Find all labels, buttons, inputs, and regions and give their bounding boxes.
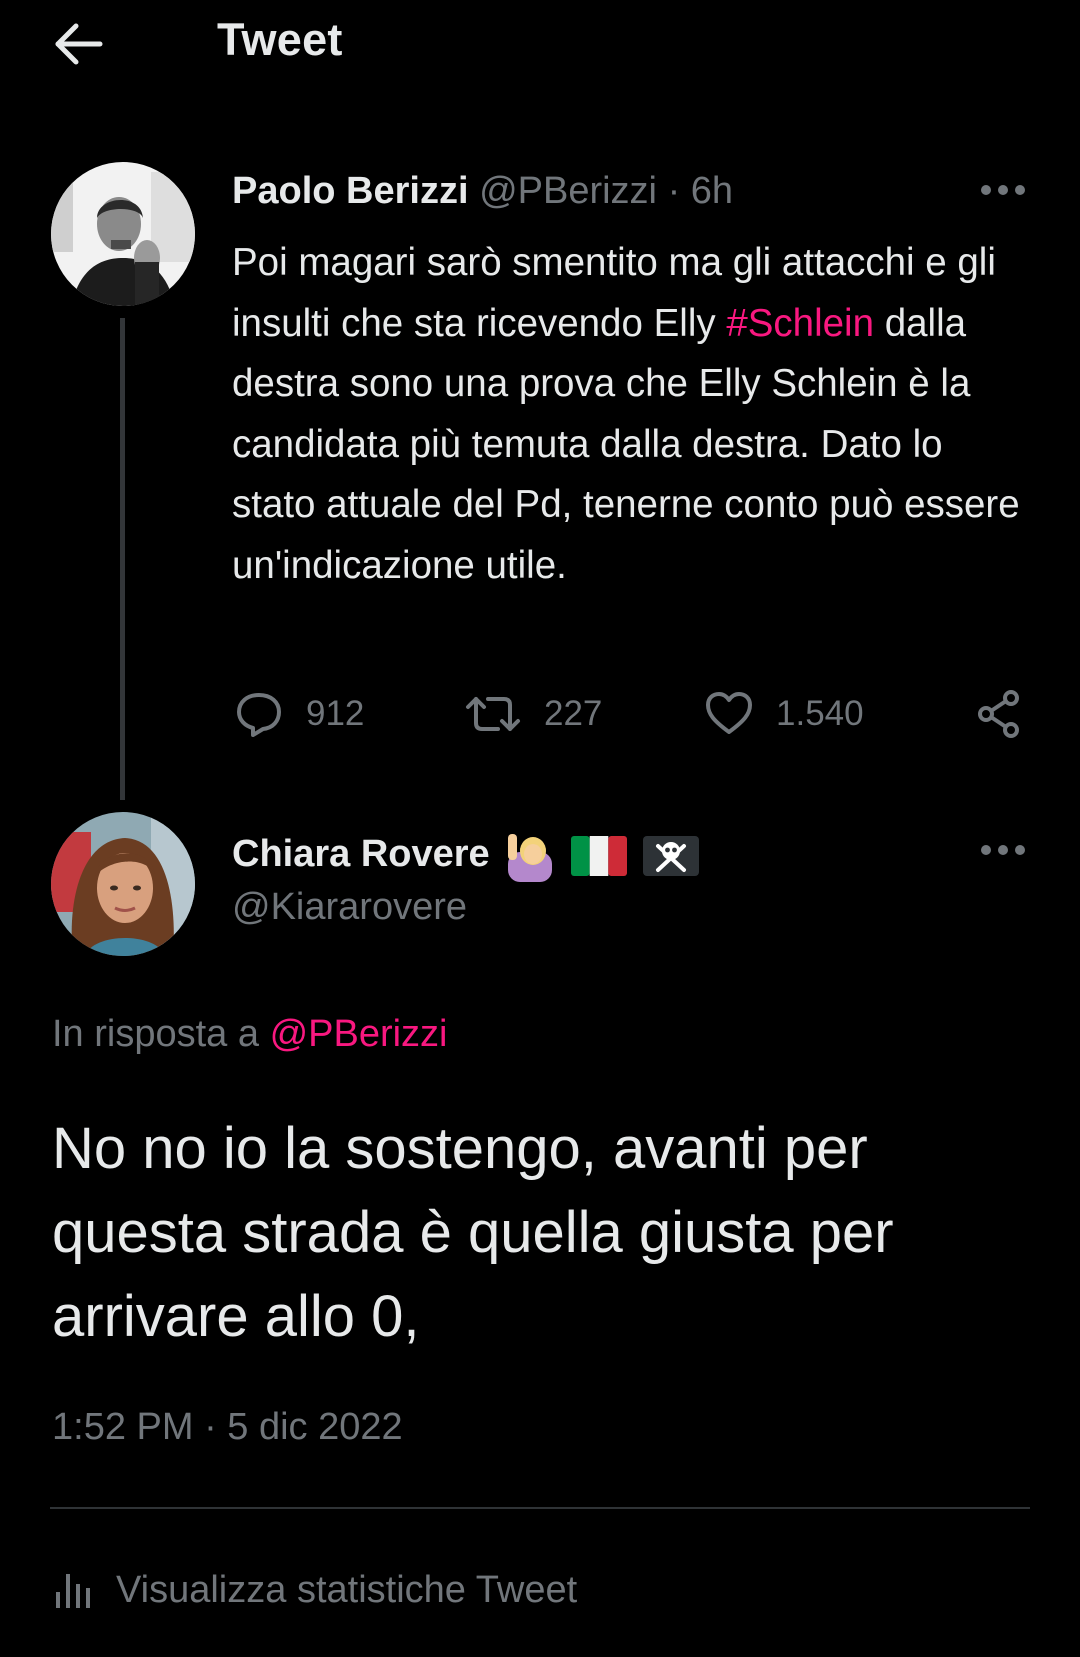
reply-author-handle[interactable]: @Kiararovere [232, 886, 467, 929]
author-line: Paolo Berizzi @PBerizzi · 6h [232, 170, 733, 213]
reply-author-name[interactable]: Chiara Rovere [232, 833, 490, 875]
woman-raising-hand-emoji [508, 834, 553, 882]
retweet-count: 227 [544, 694, 603, 733]
author-handle[interactable]: @PBerizzi [479, 170, 657, 212]
thread-connector-line [120, 318, 125, 800]
hashtag-link[interactable]: #Schlein [726, 302, 874, 345]
replying-to-mention[interactable]: @PBerizzi [270, 1013, 448, 1055]
author-name[interactable]: Paolo Berizzi [232, 170, 469, 212]
avatar-chiara-rovere[interactable] [51, 812, 195, 956]
reply-more-button[interactable] [978, 835, 1028, 865]
replying-to-line: In risposta a @PBerizzi [52, 1013, 448, 1056]
page-title: Tweet [217, 14, 343, 65]
back-button[interactable] [52, 20, 108, 68]
avatar-paolo-berizzi[interactable] [51, 162, 195, 306]
separator-dot: · [657, 170, 691, 212]
reply-tweet-body: No no io la sostengo, avanti per questa … [52, 1116, 894, 1349]
share-icon [978, 690, 1019, 738]
reply-icon [237, 693, 281, 737]
reply-author-line: Chiara Rovere [232, 830, 700, 882]
tweet-body: Poi magari sarò smentito ma gli attacchi… [232, 233, 1022, 596]
tweet-timestamp[interactable]: 1:52 PM · 5 dic 2022 [52, 1406, 403, 1449]
more-horizontal-icon [981, 185, 1025, 195]
divider [50, 1507, 1030, 1509]
heart-icon [706, 692, 752, 734]
analytics-icon [56, 1574, 90, 1608]
reply-count: 912 [306, 694, 365, 733]
italy-flag-emoji [570, 836, 627, 876]
reply-button[interactable]: 912 [234, 688, 364, 740]
view-tweet-analytics-button[interactable]: Visualizza statistiche Tweet [52, 1560, 577, 1620]
share-button[interactable] [975, 688, 1023, 740]
analytics-label: Visualizza statistiche Tweet [116, 1568, 578, 1611]
replying-to-label: In risposta a [52, 1013, 270, 1055]
retweet-button[interactable]: 227 [464, 688, 602, 740]
tweet-time[interactable]: 6h [691, 170, 733, 212]
arrow-left-icon [55, 23, 103, 65]
top-bar: Tweet [0, 0, 1080, 95]
retweet-icon [466, 697, 520, 731]
like-count: 1.540 [776, 694, 864, 733]
like-button[interactable]: 1.540 [704, 688, 864, 740]
parent-more-button[interactable] [978, 175, 1028, 205]
more-horizontal-icon [981, 845, 1025, 855]
pirate-flag-emoji [643, 836, 700, 876]
